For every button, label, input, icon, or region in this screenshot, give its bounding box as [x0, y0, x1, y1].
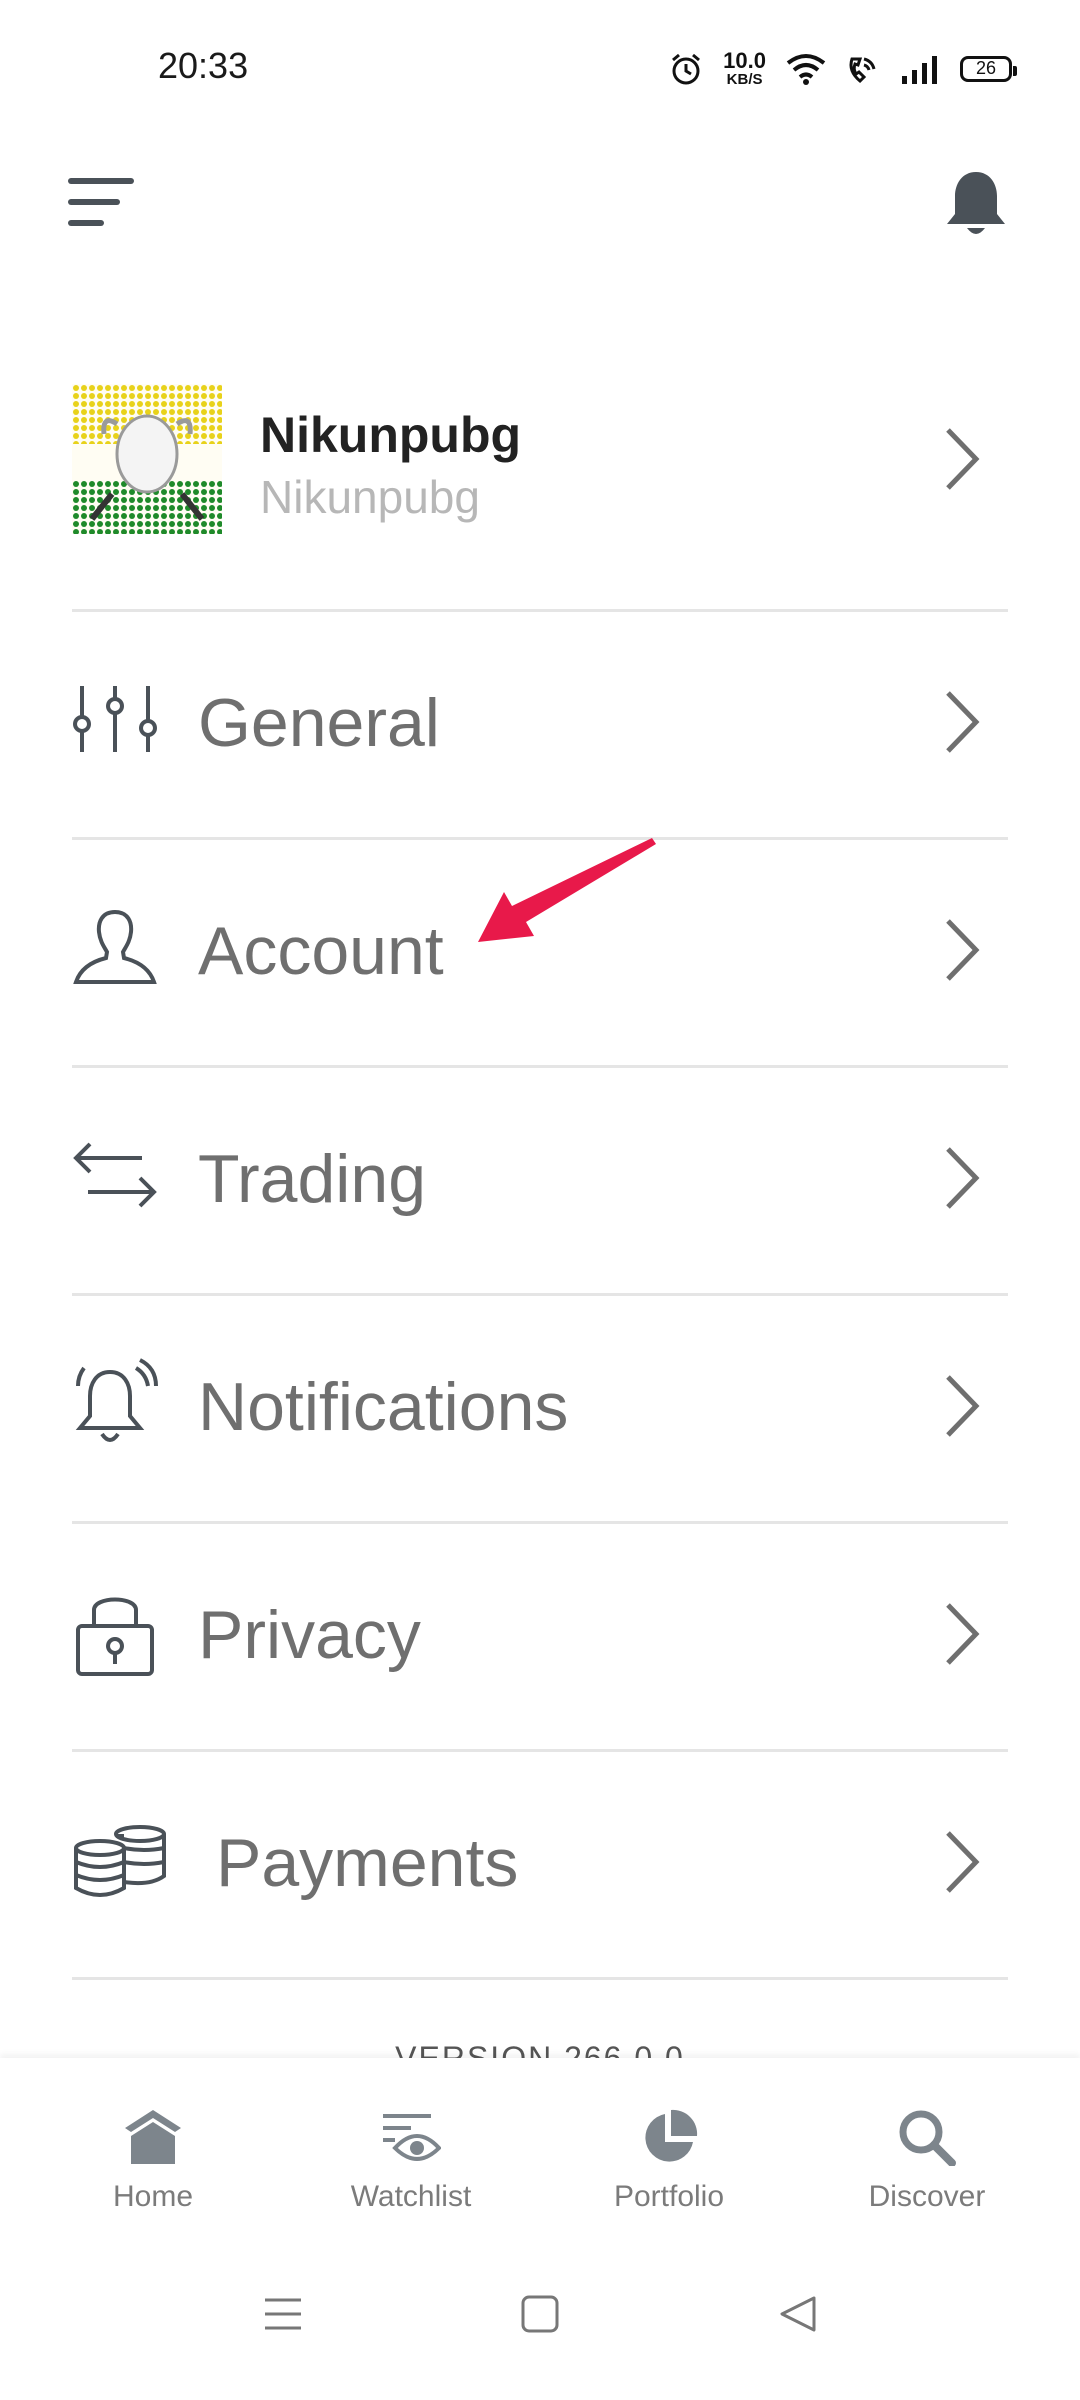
menu-item-payments[interactable]: Payments: [72, 1752, 1008, 1972]
eye-icon: [383, 2114, 441, 2161]
battery-indicator: 26: [960, 55, 1017, 82]
version-text: VERSION 266.0.0: [395, 2040, 685, 2060]
chevron-right-icon: [946, 1603, 980, 1665]
menu-label-general: General: [198, 685, 440, 761]
status-icons: 10.0 KB/S 26: [669, 48, 1017, 88]
nav-home[interactable]: Home: [43, 2058, 263, 2238]
chevron-right-icon: [946, 428, 980, 490]
chevron-right-icon: [946, 919, 980, 981]
menu-item-notifications[interactable]: Notifications: [72, 1296, 1008, 1516]
back-icon[interactable]: [778, 2294, 818, 2334]
hamburger-icon: [68, 178, 134, 226]
system-nav-bar: [0, 2238, 1080, 2400]
ringing-bell-icon: [75, 1358, 158, 1442]
menu-label-privacy: Privacy: [198, 1597, 421, 1673]
menu-label-payments: Payments: [216, 1825, 519, 1901]
nav-discover[interactable]: Discover: [817, 2058, 1037, 2238]
signal-icon: [902, 55, 937, 84]
profile-row[interactable]: Nikunpubg Nikunpubg: [72, 384, 1008, 534]
nav-portfolio[interactable]: Portfolio: [559, 2058, 779, 2238]
nav-label-home: Home: [112, 2180, 194, 2213]
annotation-arrow-icon: [478, 838, 656, 942]
home-system-icon[interactable]: [520, 2294, 560, 2334]
nav-label-watchlist: Watchlist: [350, 2180, 472, 2213]
sliders-icon: [73, 686, 157, 752]
network-speed: 10.0 KB/S: [723, 48, 766, 88]
recent-apps-icon[interactable]: [263, 2294, 303, 2334]
menu-item-general[interactable]: General: [72, 612, 1008, 832]
chevron-right-icon: [946, 1147, 980, 1209]
nav-watchlist[interactable]: Watchlist: [301, 2058, 521, 2238]
pie-chart-icon: [645, 2109, 698, 2162]
divider: [72, 1977, 1008, 1980]
user-icon: [73, 909, 157, 984]
menu-label-trading: Trading: [198, 1141, 427, 1217]
search-icon: [899, 2110, 956, 2166]
menu-item-privacy[interactable]: Privacy: [72, 1524, 1008, 1744]
avatar: [72, 384, 222, 534]
menu-label-account: Account: [198, 913, 444, 989]
battery-level: 26: [975, 58, 997, 78]
alarm-icon: [672, 53, 701, 84]
profile-handle: Nikunpubg: [260, 471, 480, 523]
menu-item-trading[interactable]: Trading: [72, 1068, 1008, 1288]
notifications-bell-button[interactable]: [945, 168, 1007, 238]
chevron-right-icon: [946, 691, 980, 753]
chevron-right-icon: [946, 1375, 980, 1437]
wifi-icon: [786, 53, 826, 85]
menu-label-notifications: Notifications: [198, 1369, 569, 1445]
bottom-nav: Home Watchlist Portfolio Discover: [0, 2058, 1080, 2238]
lock-icon: [76, 1597, 154, 1676]
chevron-right-icon: [946, 1831, 980, 1893]
nav-label-portfolio: Portfolio: [613, 2180, 725, 2213]
status-time: 20:33: [158, 45, 249, 86]
arrows-exchange-icon: [73, 1142, 157, 1208]
home-icon: [125, 2110, 181, 2164]
hamburger-menu-button[interactable]: [68, 175, 138, 229]
profile-name: Nikunpubg: [260, 407, 522, 463]
coins-icon: [74, 1825, 166, 1897]
status-bar: 20:33 10.0 KB/S 26: [0, 0, 1080, 135]
nav-label-discover: Discover: [868, 2180, 986, 2213]
bell-icon: [947, 172, 1005, 234]
net-speed-value: 10.0: [723, 48, 766, 73]
net-speed-unit: KB/S: [726, 71, 763, 88]
wifi-calling-icon: [849, 57, 876, 83]
